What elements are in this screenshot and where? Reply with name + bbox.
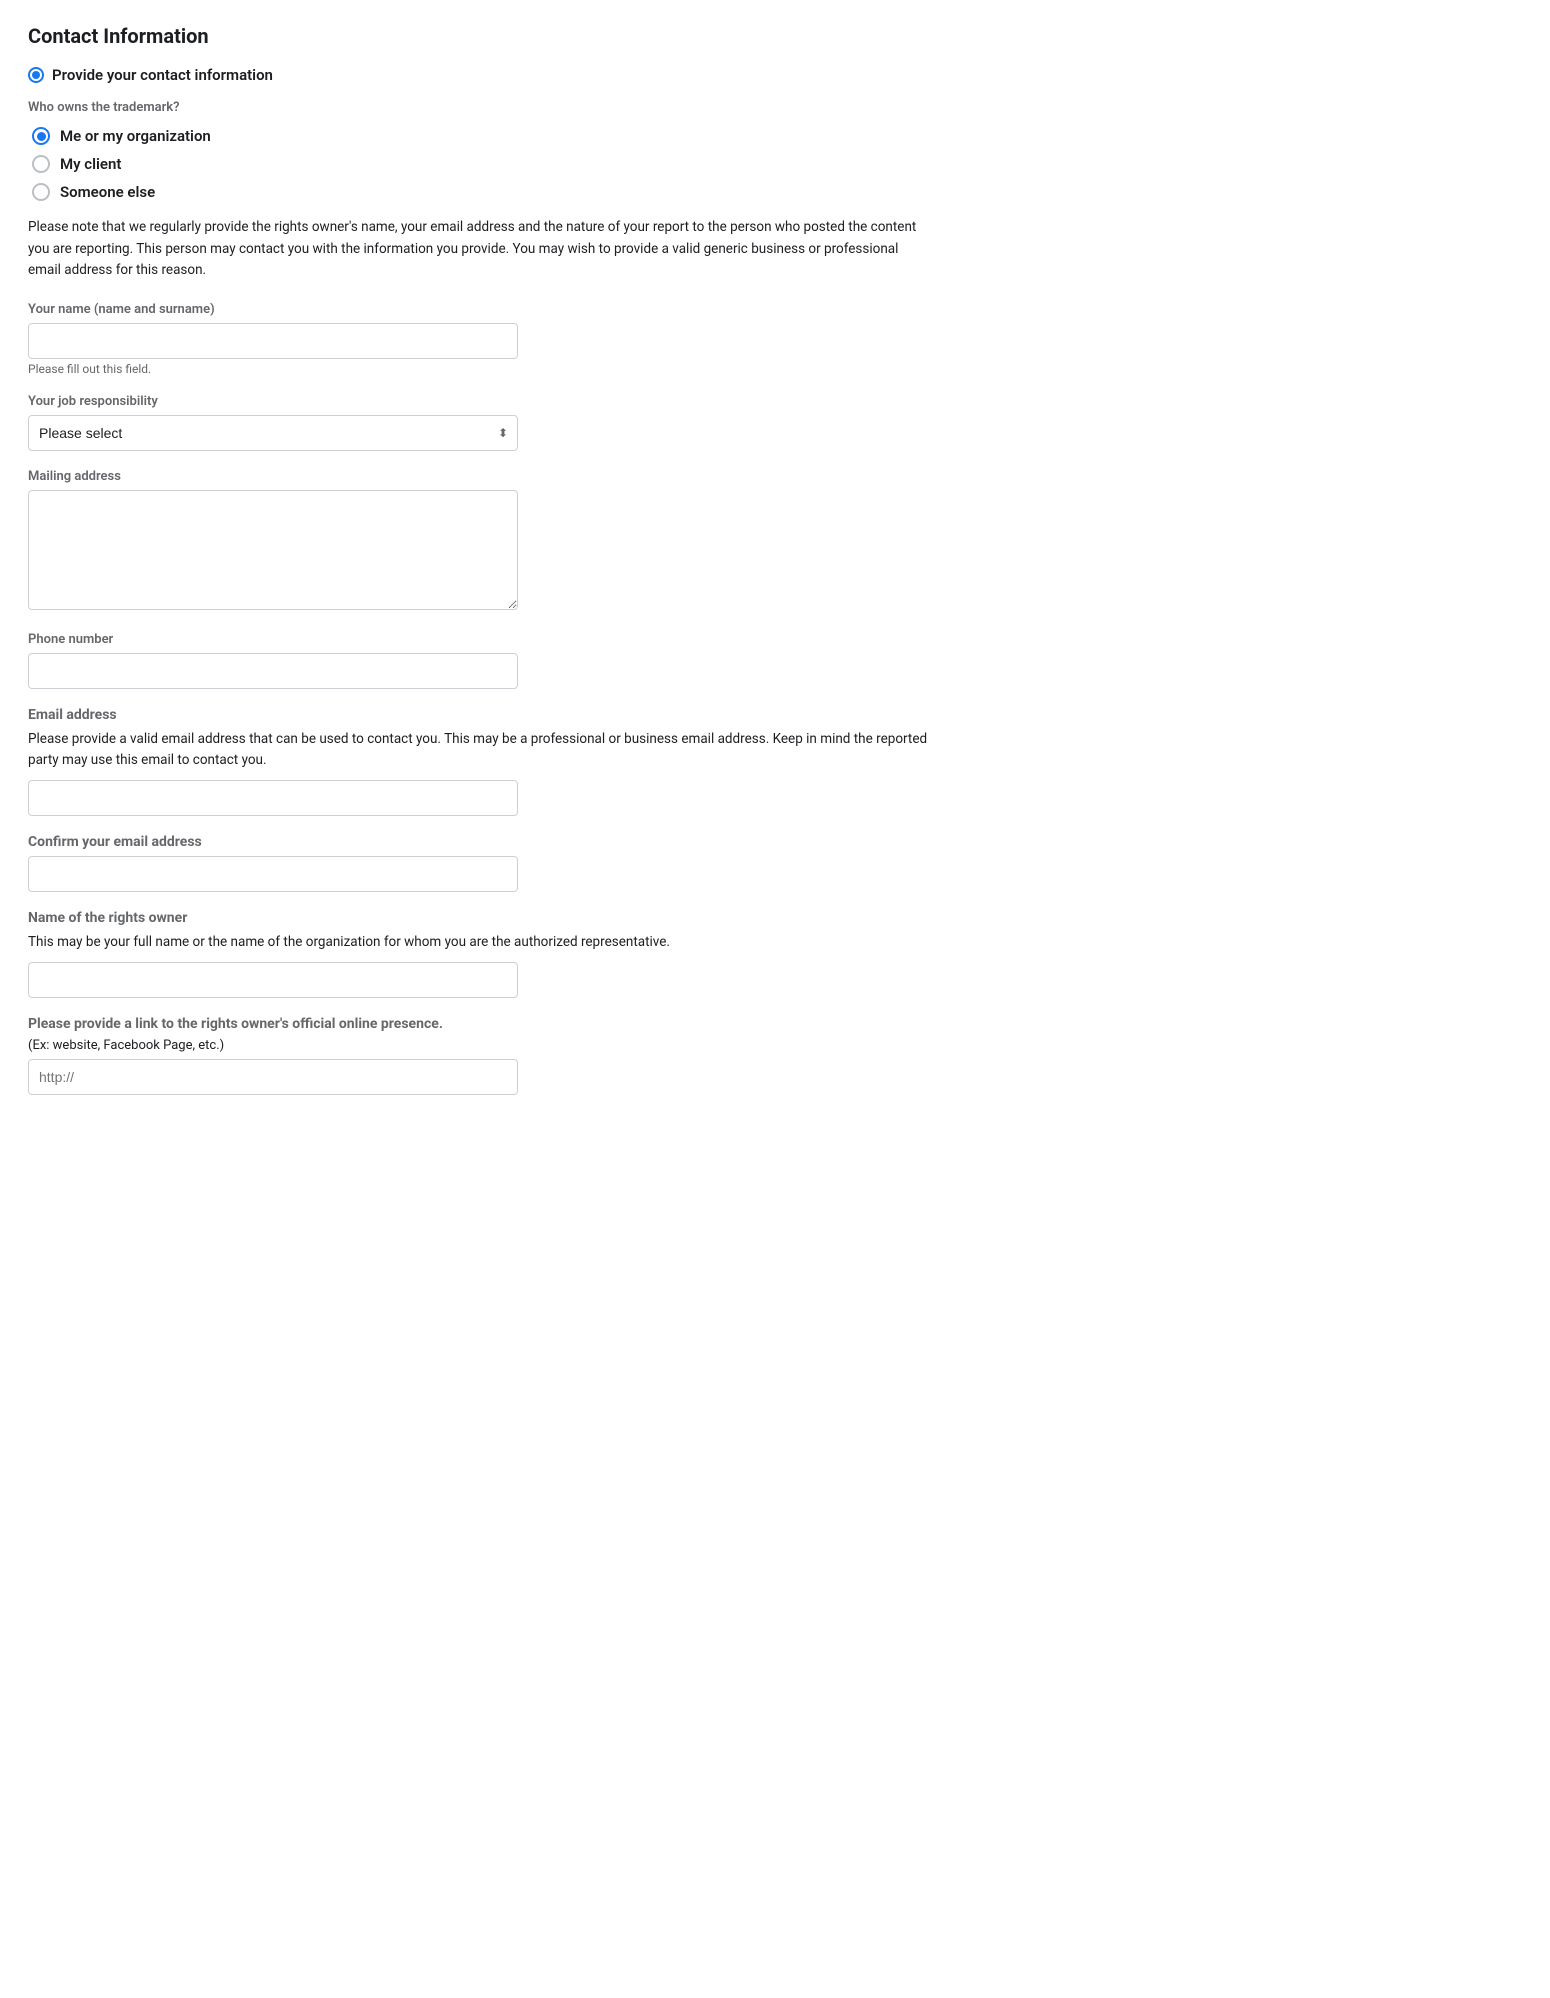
trademark-owner-radio-group: Me or my organization My client Someone …	[32, 127, 932, 201]
your-name-field-group: Your name (name and surname) Please fill…	[28, 302, 932, 376]
privacy-note: Please note that we regularly provide th…	[28, 217, 932, 282]
radio-me-or-org-label: Me or my organization	[60, 127, 211, 145]
provide-contact-label: Provide your contact information	[52, 66, 273, 84]
confirm-email-field-group: Confirm your email address	[28, 834, 932, 892]
your-name-input[interactable]	[28, 323, 518, 359]
online-presence-input[interactable]	[28, 1059, 518, 1095]
online-presence-field-group: Please provide a link to the rights owne…	[28, 1016, 932, 1095]
phone-number-label: Phone number	[28, 632, 932, 647]
radio-option-someone-else[interactable]: Someone else	[32, 183, 932, 201]
radio-option-me-or-org[interactable]: Me or my organization	[32, 127, 932, 145]
online-presence-hint: (Ex: website, Facebook Page, etc.)	[28, 1038, 932, 1053]
radio-someone-else-label: Someone else	[60, 183, 155, 201]
provide-contact-section: Provide your contact information	[28, 66, 932, 84]
rights-owner-name-note: This may be your full name or the name o…	[28, 932, 932, 954]
email-address-note: Please provide a valid email address tha…	[28, 729, 932, 772]
radio-option-my-client[interactable]: My client	[32, 155, 932, 173]
rights-owner-name-label: Name of the rights owner	[28, 910, 932, 926]
job-responsibility-label: Your job responsibility	[28, 394, 932, 409]
radio-my-client-label: My client	[60, 155, 121, 173]
radio-my-client-indicator	[32, 155, 50, 173]
rights-owner-name-input[interactable]	[28, 962, 518, 998]
email-address-label: Email address	[28, 707, 932, 723]
confirm-email-input[interactable]	[28, 856, 518, 892]
radio-someone-else-indicator	[32, 183, 50, 201]
mailing-address-field-group: Mailing address	[28, 469, 932, 614]
your-name-validation-hint: Please fill out this field.	[28, 362, 932, 376]
rights-owner-name-field-group: Name of the rights owner This may be you…	[28, 910, 932, 998]
job-responsibility-field-group: Your job responsibility Please select Le…	[28, 394, 932, 451]
mailing-address-input[interactable]	[28, 490, 518, 610]
online-presence-label: Please provide a link to the rights owne…	[28, 1016, 932, 1032]
page-title: Contact Information	[28, 24, 932, 48]
job-responsibility-select[interactable]: Please select Legal Marketing Executive …	[28, 415, 518, 451]
trademark-owner-label: Who owns the trademark?	[28, 100, 932, 115]
phone-number-field-group: Phone number	[28, 632, 932, 689]
email-address-field-group: Email address Please provide a valid ema…	[28, 707, 932, 816]
your-name-label: Your name (name and surname)	[28, 302, 932, 317]
mailing-address-label: Mailing address	[28, 469, 932, 484]
email-address-input[interactable]	[28, 780, 518, 816]
provide-contact-radio[interactable]	[28, 67, 44, 83]
radio-me-or-org-indicator	[32, 127, 50, 145]
job-responsibility-select-wrapper: Please select Legal Marketing Executive …	[28, 415, 518, 451]
confirm-email-label: Confirm your email address	[28, 834, 932, 850]
phone-number-input[interactable]	[28, 653, 518, 689]
